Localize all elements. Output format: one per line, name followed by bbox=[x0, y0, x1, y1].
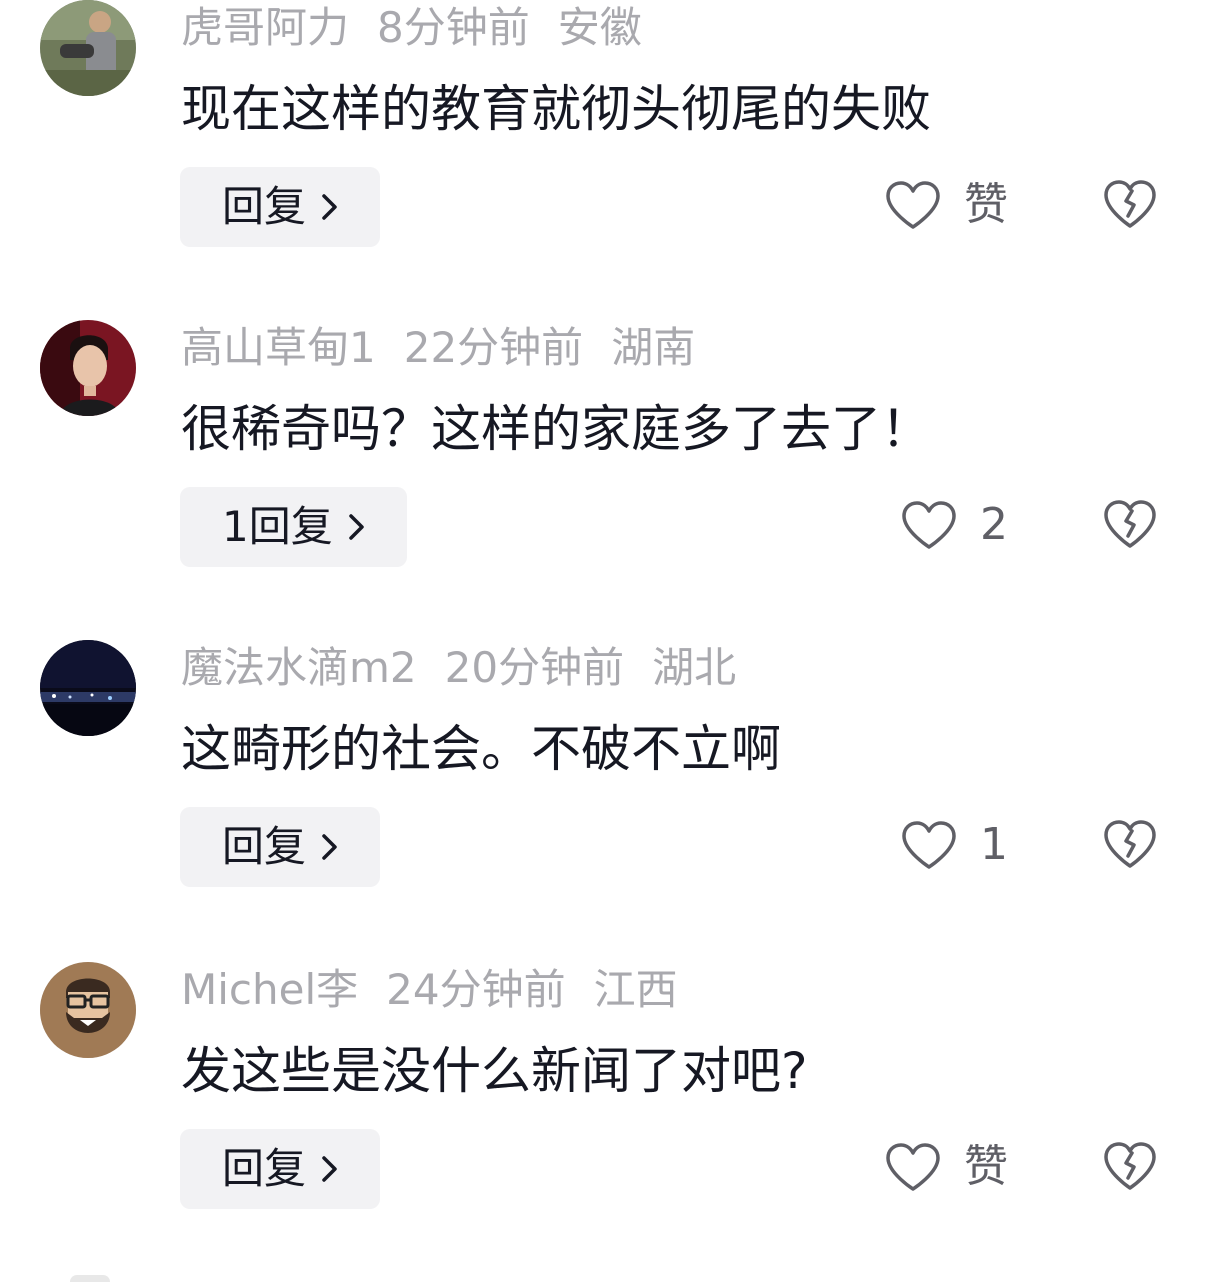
username[interactable]: Michel李 bbox=[181, 965, 358, 1014]
broken-heart-icon bbox=[1104, 1142, 1156, 1190]
username[interactable]: 魔法水滴m2 bbox=[181, 643, 417, 692]
heart-icon bbox=[886, 181, 940, 229]
user-avatar[interactable] bbox=[40, 962, 136, 1058]
location: 江西 bbox=[593, 965, 678, 1014]
reply-label: 回复 bbox=[222, 822, 307, 871]
timestamp: 8分钟前 bbox=[377, 3, 530, 52]
heart-icon bbox=[902, 501, 956, 549]
comment-meta: 高山草甸1 22分钟前 湖南 bbox=[181, 324, 723, 372]
location: 湖南 bbox=[611, 323, 696, 372]
dislike-button[interactable] bbox=[1102, 498, 1158, 550]
reply-label: 回复 bbox=[222, 1144, 307, 1193]
chevron-right-icon bbox=[322, 194, 337, 220]
like-count: 赞 bbox=[964, 179, 1008, 230]
comment-text: 发这些是没什么新闻了对吧? bbox=[181, 1042, 808, 1100]
comment-text: 很稀奇吗？这样的家庭多了去了！ bbox=[181, 400, 931, 458]
like-count: 1 bbox=[980, 819, 1008, 870]
timestamp: 22分钟前 bbox=[403, 323, 584, 372]
broken-heart-icon bbox=[1104, 180, 1156, 228]
like-button[interactable]: 赞 bbox=[884, 175, 1008, 235]
chevron-right-icon bbox=[322, 834, 337, 860]
comment-text: 这畸形的社会。不破不立啊 bbox=[181, 720, 781, 778]
user-avatar[interactable] bbox=[40, 640, 136, 736]
user-avatar[interactable] bbox=[40, 320, 136, 416]
reply-button[interactable]: 回复 bbox=[180, 167, 381, 247]
username[interactable]: 高山草甸1 bbox=[181, 323, 376, 372]
comment-item: 虎哥阿力 8分钟前 安徽 现在这样的教育就彻头彻尾的失败 回复 赞 bbox=[0, 0, 1230, 320]
username[interactable]: 虎哥阿力 bbox=[181, 3, 349, 52]
dislike-button[interactable] bbox=[1102, 178, 1158, 230]
reply-button[interactable]: 回复 bbox=[180, 807, 381, 887]
next-avatar-peek bbox=[70, 1275, 110, 1282]
dislike-button[interactable] bbox=[1102, 818, 1158, 870]
chevron-right-icon bbox=[322, 1156, 337, 1182]
comment-item: Michel李 24分钟前 江西 发这些是没什么新闻了对吧? 回复 赞 bbox=[0, 962, 1230, 1282]
timestamp: 24分钟前 bbox=[386, 965, 566, 1014]
like-button[interactable]: 2 bbox=[900, 495, 1008, 555]
location: 安徽 bbox=[557, 3, 642, 52]
location: 湖北 bbox=[652, 643, 737, 692]
like-button[interactable]: 1 bbox=[900, 815, 1008, 875]
heart-icon bbox=[886, 1143, 940, 1191]
broken-heart-icon bbox=[1104, 820, 1156, 868]
reply-button[interactable]: 1回复 bbox=[180, 487, 407, 567]
reply-button[interactable]: 回复 bbox=[180, 1129, 381, 1209]
avatar-photo-man-outdoors bbox=[40, 0, 136, 96]
comment-text: 现在这样的教育就彻头彻尾的失败 bbox=[181, 80, 931, 138]
broken-heart-icon bbox=[1104, 500, 1156, 548]
comment-meta: 虎哥阿力 8分钟前 安徽 bbox=[181, 4, 670, 52]
avatar-photo-man-portrait bbox=[40, 320, 136, 416]
like-count: 赞 bbox=[964, 1141, 1008, 1192]
like-button[interactable]: 赞 bbox=[884, 1137, 1008, 1197]
comment-item: 魔法水滴m2 20分钟前 湖北 这畸形的社会。不破不立啊 回复 1 bbox=[0, 640, 1230, 960]
user-avatar[interactable] bbox=[40, 0, 136, 96]
reply-label: 回复 bbox=[222, 182, 307, 231]
heart-icon bbox=[902, 821, 956, 869]
timestamp: 20分钟前 bbox=[444, 643, 625, 692]
dislike-button[interactable] bbox=[1102, 1140, 1158, 1192]
comment-item: 高山草甸1 22分钟前 湖南 很稀奇吗？这样的家庭多了去了！ 1回复 2 bbox=[0, 320, 1230, 640]
reply-label: 1回复 bbox=[222, 502, 333, 551]
like-count: 2 bbox=[980, 499, 1008, 550]
comment-meta: 魔法水滴m2 20分钟前 湖北 bbox=[181, 644, 764, 692]
chevron-right-icon bbox=[348, 514, 364, 540]
avatar-photo-night-city bbox=[40, 640, 136, 736]
comment-meta: Michel李 24分钟前 江西 bbox=[181, 966, 706, 1014]
avatar-cartoon-bearded-man bbox=[40, 962, 136, 1058]
